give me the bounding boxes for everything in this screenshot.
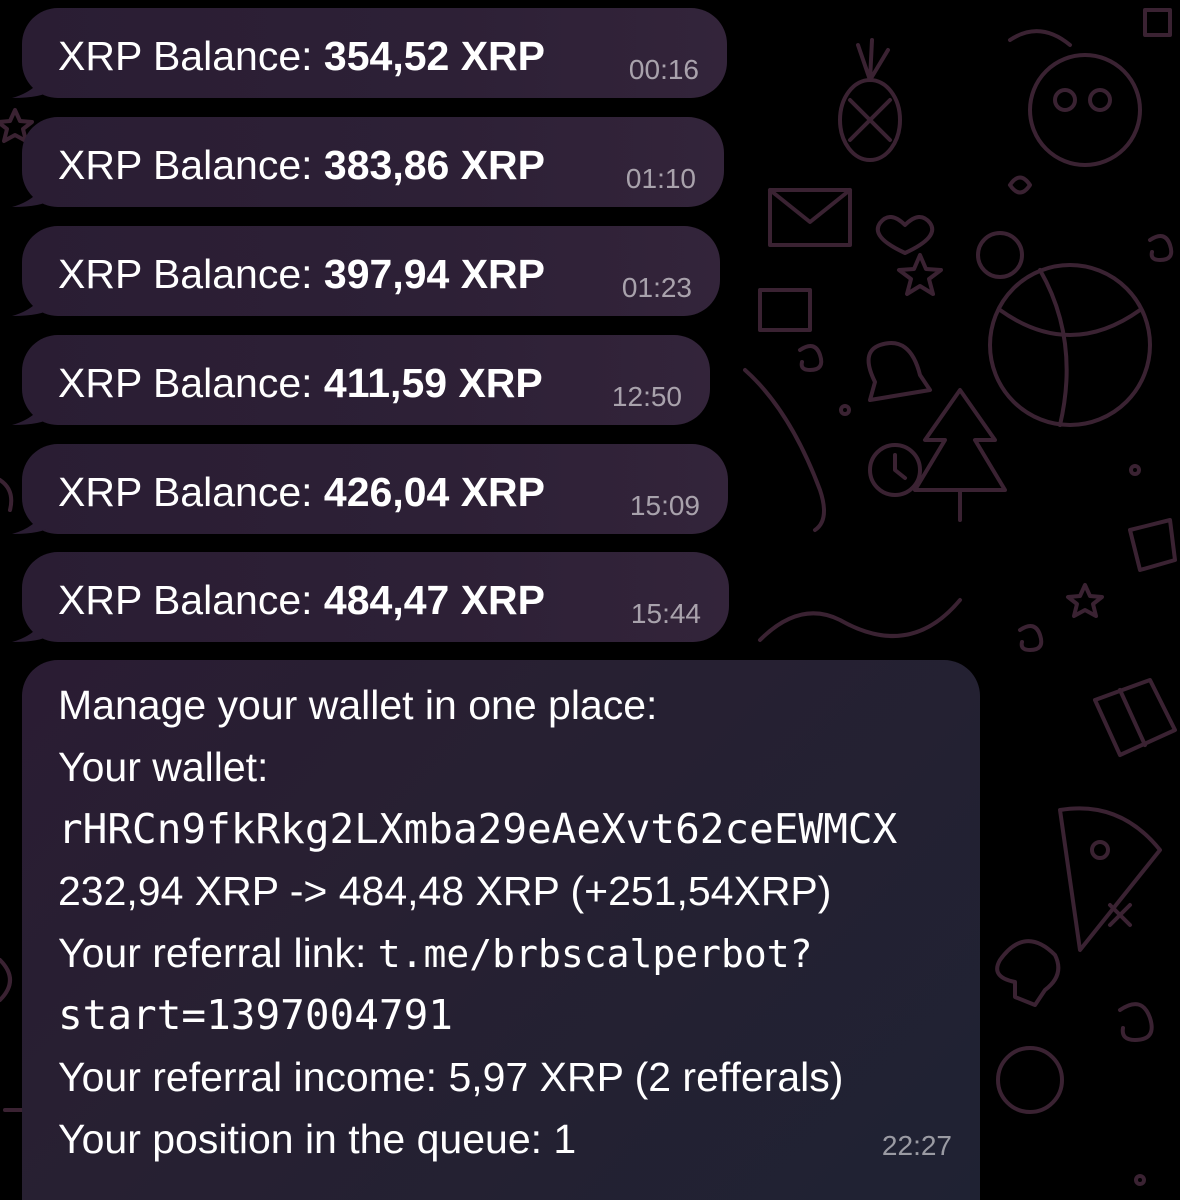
balance-message[interactable]: XRP Balance: 354,52 XRP 00:16	[12, 8, 727, 98]
referral-label: Your referral link:	[58, 930, 378, 976]
balance-amount: 397,94 XRP	[323, 251, 546, 297]
queue-position: Your position in the queue: 1	[58, 1116, 577, 1162]
referral-link-row: Your referral link: t.me/brbscalperbot?	[58, 922, 812, 985]
balance-amount: 484,47 XRP	[323, 577, 546, 623]
chat-message-list: XRP Balance: 354,52 XRP 00:16 XRP Balanc…	[0, 0, 1180, 1200]
referral-link-continued[interactable]: start=1397004791	[58, 984, 453, 1046]
balance-message[interactable]: XRP Balance: 383,86 XRP 01:10	[12, 117, 724, 207]
bubble-tail	[12, 387, 52, 425]
balance-amount: 426,04 XRP	[323, 469, 546, 515]
bubble-tail	[12, 169, 52, 207]
message-time: 22:27	[881, 1130, 952, 1161]
balance-message[interactable]: XRP Balance: 484,47 XRP 15:44	[12, 552, 729, 642]
wallet-label: Your wallet:	[58, 744, 269, 790]
balance-message[interactable]: XRP Balance: 426,04 XRP 15:09	[12, 444, 728, 534]
wallet-heading: Manage your wallet in one place:	[58, 682, 658, 728]
balance-message[interactable]: XRP Balance: 411,59 XRP 12:50	[12, 335, 710, 425]
balance-message[interactable]: XRP Balance: 397,94 XRP 01:23	[12, 226, 720, 316]
message-time: 01:10	[625, 163, 696, 194]
balance-text: XRP Balance: 484,47 XRP	[58, 577, 546, 623]
balance-amount: 383,86 XRP	[323, 142, 546, 188]
balance-amount: 411,59 XRP	[323, 360, 543, 406]
bubble-tail	[12, 60, 52, 98]
balance-text: XRP Balance: 354,52 XRP	[58, 33, 546, 79]
message-time: 15:09	[629, 490, 700, 521]
bubble-tail	[12, 604, 52, 642]
referral-income: Your referral income: 5,97 XRP (2 reffer…	[58, 1054, 844, 1100]
bubble-tail	[12, 278, 52, 316]
message-time: 00:16	[628, 54, 699, 85]
message-time: 01:23	[621, 272, 692, 303]
wallet-summary-message[interactable]: Manage your wallet in one place: Your wa…	[22, 660, 980, 1200]
bubble-tail	[12, 496, 52, 534]
referral-link[interactable]: t.me/brbscalperbot?	[378, 932, 813, 976]
balance-amount: 354,52 XRP	[323, 33, 546, 79]
message-time: 12:50	[611, 381, 682, 412]
message-time: 15:44	[630, 598, 701, 629]
balance-text: XRP Balance: 411,59 XRP	[58, 360, 543, 406]
balance-change: 232,94 XRP -> 484,48 XRP (+251,54XRP)	[58, 868, 832, 914]
balance-text: XRP Balance: 383,86 XRP	[58, 142, 546, 188]
balance-text: XRP Balance: 397,94 XRP	[58, 251, 546, 297]
balance-text: XRP Balance: 426,04 XRP	[58, 469, 546, 515]
wallet-address[interactable]: rHRCn9fkRkg2LXmba29eAeXvt62ceEWMCX	[58, 798, 897, 860]
